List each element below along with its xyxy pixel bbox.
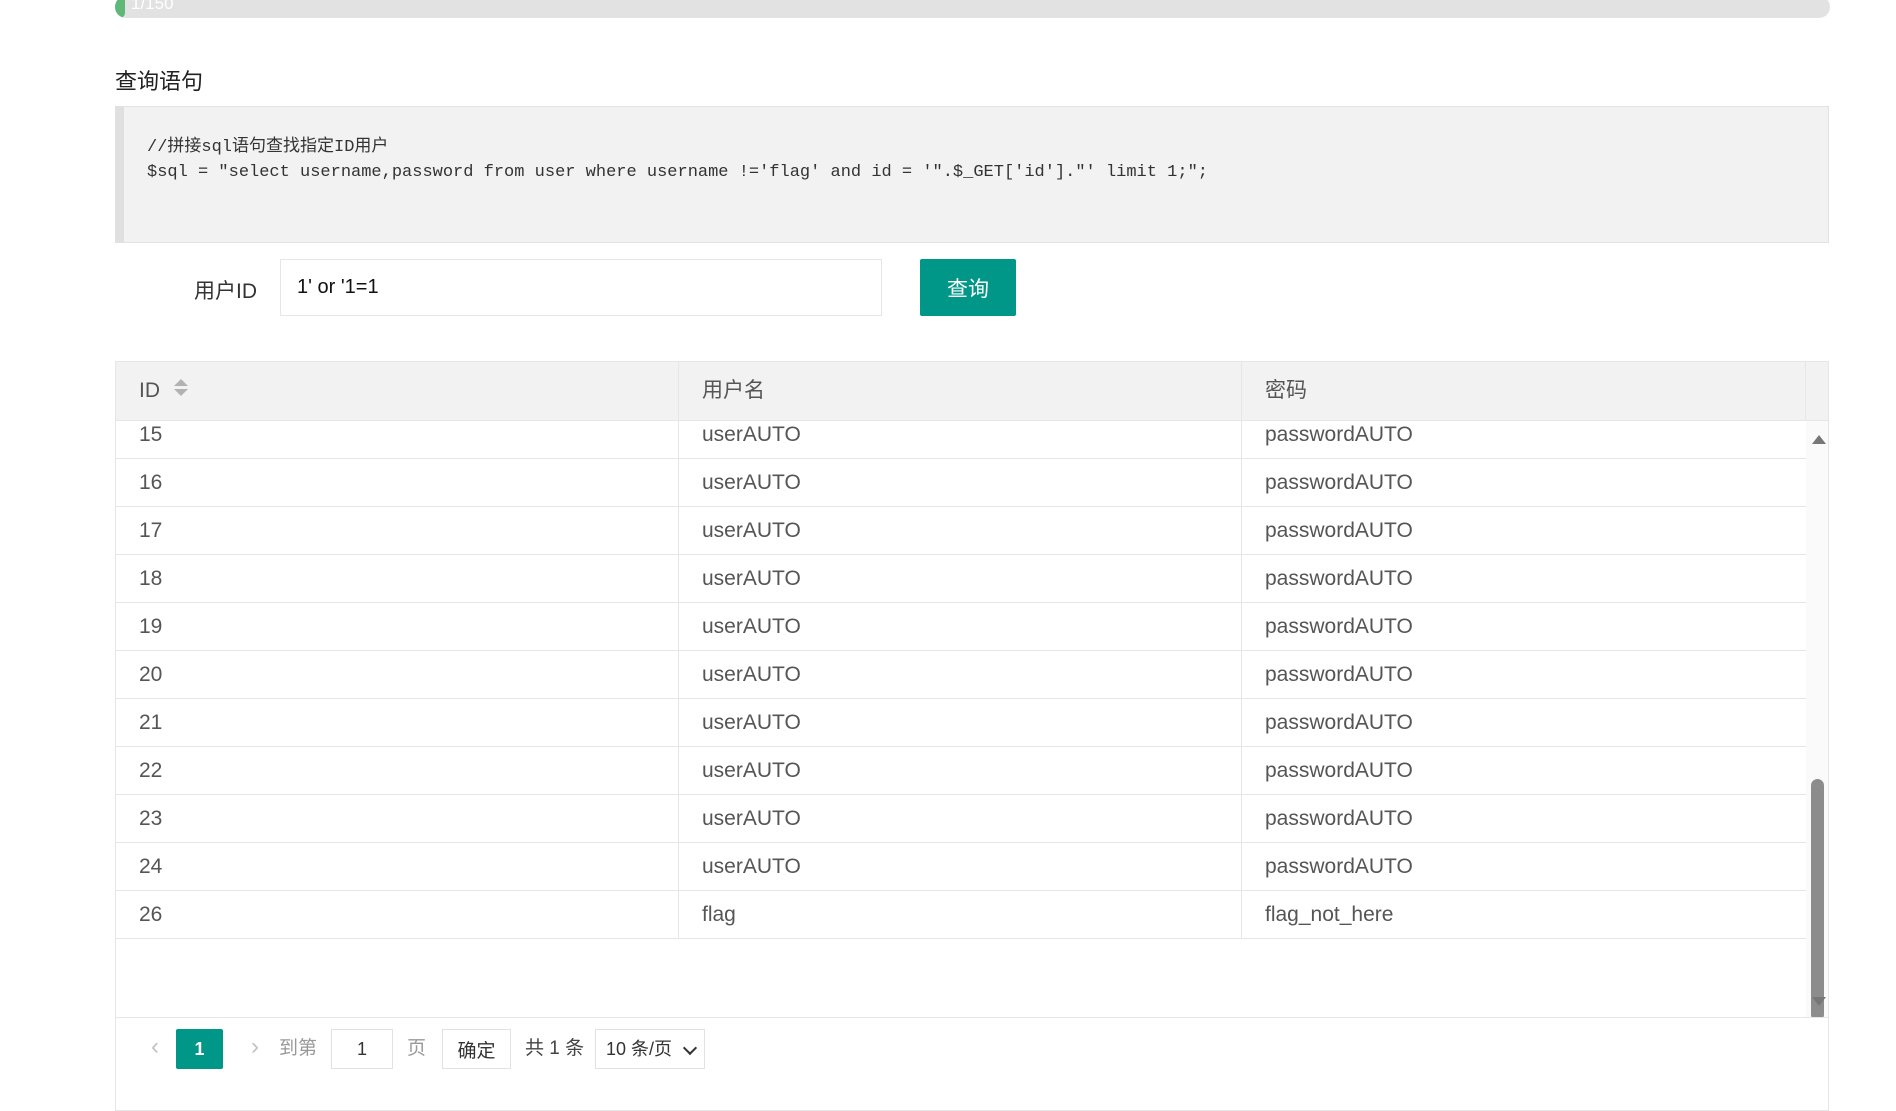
cell-id: 15 — [116, 421, 679, 458]
code-sql-line: $sql = "select username,password from us… — [147, 163, 1208, 182]
chevron-right-icon[interactable]: › — [244, 1032, 266, 1062]
section-title: 查询语句 — [115, 69, 204, 94]
cell-password: flag_not_here — [1265, 903, 1394, 926]
table-row[interactable]: 23 userAUTO passwordAUTO — [116, 795, 1806, 843]
cell-id: 21 — [116, 699, 679, 746]
column-header-id[interactable]: ID — [116, 362, 679, 420]
table-row[interactable]: 26 flag flag_not_here — [116, 891, 1806, 939]
cell-username: userAUTO — [679, 421, 1242, 458]
user-id-input[interactable] — [280, 259, 882, 316]
page-button-current[interactable]: 1 — [176, 1029, 223, 1069]
chevron-left-icon[interactable]: ‹ — [144, 1032, 166, 1062]
progress-label: 1/150 — [131, 0, 174, 13]
table-body: 15 userAUTO passwordAUTO 16 userAUTO password… — [116, 421, 1806, 1017]
goto-label: 到第 — [279, 1038, 318, 1059]
cell-password: passwordAUTO — [1265, 615, 1413, 638]
progress-fill — [115, 0, 125, 18]
goto-page-input[interactable] — [331, 1029, 393, 1069]
cell-id: 22 — [116, 747, 679, 794]
scroll-down-arrow-icon[interactable] — [1812, 997, 1826, 1006]
cell-id: 26 — [116, 891, 679, 938]
scrollbar-thumb[interactable] — [1811, 779, 1824, 1021]
page-unit-label: 页 — [407, 1038, 427, 1059]
cell-username: flag — [679, 891, 1242, 938]
cell-password: passwordAUTO — [1265, 855, 1413, 878]
cell-id: 19 — [116, 603, 679, 650]
cell-password: passwordAUTO — [1265, 807, 1413, 830]
cell-username: userAUTO — [679, 699, 1242, 746]
cell-id: 23 — [116, 795, 679, 842]
cell-password: passwordAUTO — [1265, 567, 1413, 590]
results-table: ID 用户名 密码 15 userAUTO passwordAUTO 16 userAU… — [115, 361, 1829, 1111]
cell-username: userAUTO — [679, 459, 1242, 506]
page-size-select[interactable]: 10 条/页 — [595, 1029, 705, 1069]
cell-id: 18 — [116, 555, 679, 602]
column-header-id-label: ID — [139, 379, 160, 402]
code-block: //拼接sql语句查找指定ID用户 $sql = "select usernam… — [115, 106, 1829, 243]
column-header-username: 用户名 — [679, 362, 1242, 420]
table-header: ID 用户名 密码 — [116, 362, 1828, 421]
cell-password: passwordAUTO — [1265, 663, 1413, 686]
table-row[interactable]: 19 userAUTO passwordAUTO — [116, 603, 1806, 651]
code-comment-line: //拼接sql语句查找指定ID用户 — [147, 138, 389, 157]
cell-id: 16 — [116, 459, 679, 506]
column-header-password: 密码 — [1242, 362, 1806, 420]
chevron-down-icon — [682, 1040, 698, 1056]
table-scrollbar[interactable] — [1806, 421, 1828, 1021]
cell-password: passwordAUTO — [1265, 759, 1413, 782]
table-row[interactable]: 21 userAUTO passwordAUTO — [116, 699, 1806, 747]
cell-id: 17 — [116, 507, 679, 554]
cell-username: userAUTO — [679, 843, 1242, 890]
table-row[interactable]: 24 userAUTO passwordAUTO — [116, 843, 1806, 891]
scroll-up-arrow-icon[interactable] — [1812, 435, 1826, 444]
pagination: ‹ 1 › 到第 页 确定 共 1 条 10 条/页 — [116, 1017, 1828, 1077]
progress-bar: 1/150 — [115, 0, 1830, 18]
table-row[interactable]: 17 userAUTO passwordAUTO — [116, 507, 1806, 555]
cell-username: userAUTO — [679, 603, 1242, 650]
table-row[interactable]: 18 userAUTO passwordAUTO — [116, 555, 1806, 603]
table-row[interactable]: 22 userAUTO passwordAUTO — [116, 747, 1806, 795]
table-row[interactable]: 16 userAUTO passwordAUTO — [116, 459, 1806, 507]
column-header-scroll-gutter — [1806, 362, 1828, 420]
cell-password: passwordAUTO — [1265, 711, 1413, 734]
table-row[interactable]: 15 userAUTO passwordAUTO — [116, 421, 1806, 459]
table-row[interactable]: 20 userAUTO passwordAUTO — [116, 651, 1806, 699]
cell-username: userAUTO — [679, 795, 1242, 842]
cell-password: passwordAUTO — [1265, 519, 1413, 542]
total-count-label: 共 1 条 — [525, 1038, 585, 1059]
user-id-label: 用户ID — [194, 280, 257, 303]
query-button[interactable]: 查询 — [920, 259, 1016, 316]
page-size-value: 10 条/页 — [606, 1039, 673, 1059]
cell-id: 24 — [116, 843, 679, 890]
cell-username: userAUTO — [679, 747, 1242, 794]
cell-username: userAUTO — [679, 507, 1242, 554]
cell-username: userAUTO — [679, 555, 1242, 602]
sort-icon[interactable] — [174, 379, 188, 399]
cell-username: userAUTO — [679, 651, 1242, 698]
cell-password: passwordAUTO — [1265, 423, 1413, 446]
cell-password: passwordAUTO — [1265, 471, 1413, 494]
cell-id: 20 — [116, 651, 679, 698]
confirm-button[interactable]: 确定 — [442, 1029, 511, 1069]
